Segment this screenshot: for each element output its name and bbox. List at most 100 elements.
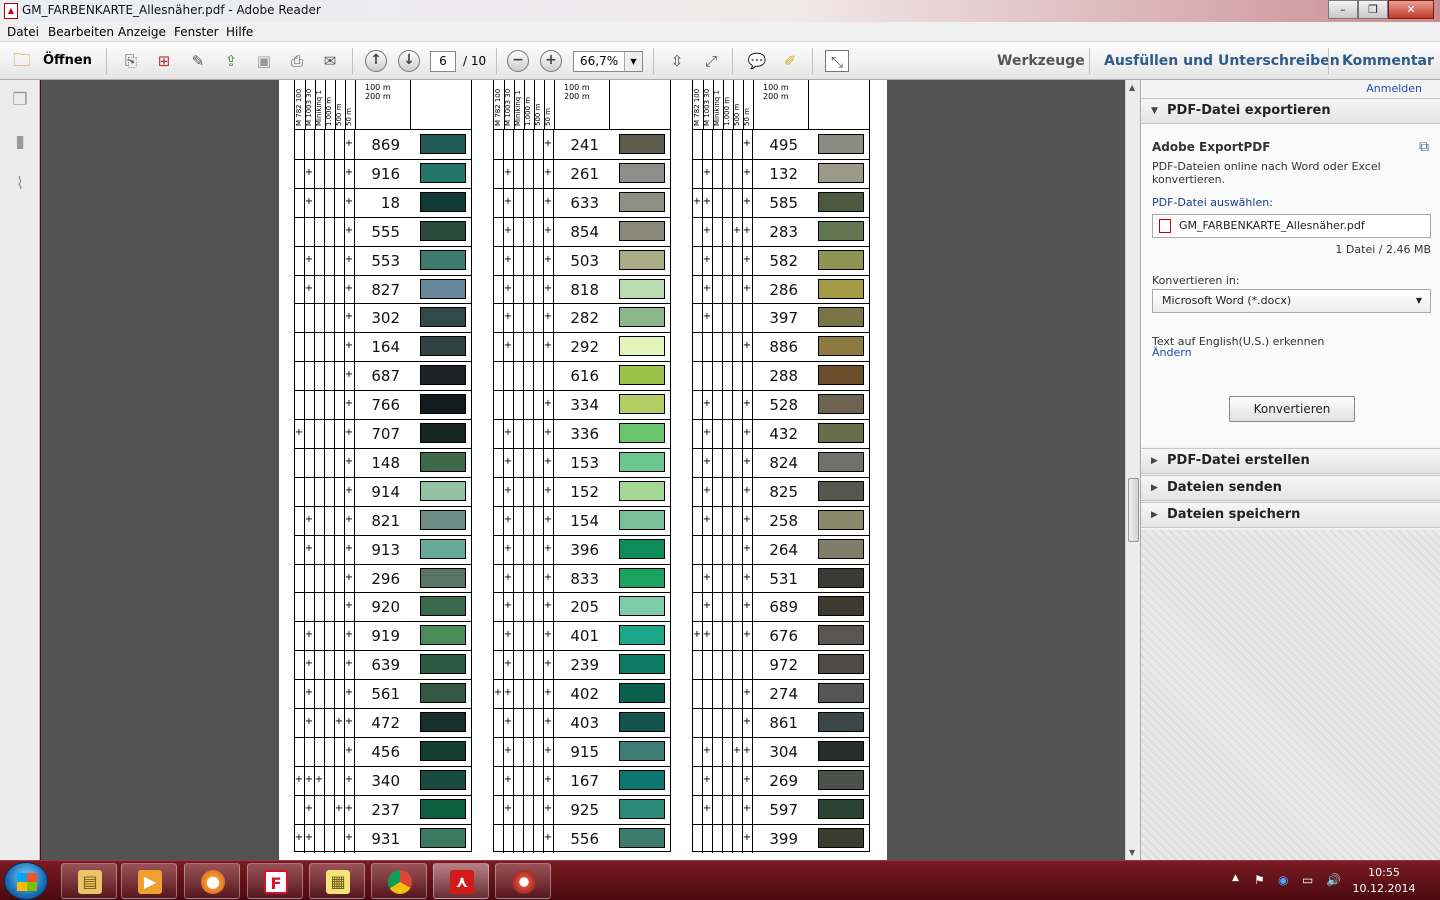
- convert-button[interactable]: Konvertieren: [1229, 396, 1355, 422]
- color-swatch: [420, 741, 466, 761]
- taskbar-adobe-reader[interactable]: ⋏: [433, 863, 489, 899]
- page-number-input[interactable]: 6: [430, 51, 456, 72]
- color-number: 239: [570, 656, 599, 674]
- comment-bubble-icon[interactable]: 💬: [745, 50, 769, 72]
- maximize-button[interactable]: ❐: [1358, 0, 1388, 19]
- open-button[interactable]: Öffnen: [43, 53, 92, 68]
- section-create-pdf[interactable]: ▶ PDF-Datei erstellen: [1141, 448, 1440, 474]
- menu-anzeige[interactable]: Anzeige: [118, 25, 166, 39]
- skype-icon[interactable]: ◉: [1278, 873, 1288, 887]
- fill-sign-tab[interactable]: Ausfüllen und Unterschreiben: [1104, 53, 1340, 69]
- network-icon[interactable]: ▭: [1302, 873, 1313, 887]
- availability-mark: +: [702, 283, 712, 294]
- edit-pdf-icon[interactable]: ✎: [186, 50, 210, 72]
- taskbar-firefox[interactable]: ●: [184, 863, 240, 899]
- minimize-button[interactable]: –: [1328, 0, 1358, 19]
- availability-mark: +: [344, 196, 354, 207]
- upload-cloud-icon[interactable]: ⇪: [219, 50, 243, 72]
- bookmarks-icon[interactable]: ▮: [10, 132, 30, 154]
- selected-file-field[interactable]: GM_FARBENKARTE_Allesnäher.pdf: [1152, 214, 1431, 238]
- column-header-label: M 1003 30: [703, 88, 711, 126]
- taskbar-chrome[interactable]: [371, 863, 427, 899]
- color-swatch: [619, 452, 665, 472]
- menu-datei[interactable]: Datei: [7, 25, 39, 39]
- color-swatch: [818, 307, 864, 327]
- availability-mark: +: [503, 600, 513, 611]
- zoom-out-icon[interactable]: −: [507, 50, 529, 72]
- color-swatch: [818, 683, 864, 703]
- scroll-down-icon[interactable]: ▼: [1129, 848, 1135, 857]
- sign-in-link[interactable]: Anmelden: [1366, 82, 1422, 95]
- open-folder-icon[interactable]: 🗀: [10, 50, 34, 72]
- section-export-pdf[interactable]: ▼ PDF-Datei exportieren: [1141, 98, 1440, 124]
- availability-mark: +: [344, 687, 354, 698]
- service-desc-line1: PDF-Dateien online nach Word oder Excel: [1152, 160, 1381, 173]
- scroll-up-icon[interactable]: ▲: [1129, 83, 1135, 92]
- close-button[interactable]: ✕: [1388, 0, 1434, 19]
- start-button[interactable]: [4, 862, 48, 900]
- color-number: 399: [769, 830, 798, 848]
- menu-hilfe[interactable]: Hilfe: [226, 25, 253, 39]
- email-icon[interactable]: ✉: [318, 50, 342, 72]
- color-number: 824: [769, 454, 798, 472]
- show-hidden-icons[interactable]: ▲: [1232, 873, 1239, 883]
- create-pdf-from-file-icon[interactable]: ⊞: [152, 50, 176, 72]
- action-center-flag-icon[interactable]: ⚑: [1254, 873, 1265, 887]
- taskbar-explorer[interactable]: ▤: [61, 863, 117, 899]
- color-number: 689: [769, 598, 798, 616]
- color-number: 972: [769, 656, 798, 674]
- scrollbar-thumb[interactable]: [1128, 478, 1139, 542]
- save-icon[interactable]: ▣: [252, 50, 276, 72]
- taskbar-media-player[interactable]: ▶: [121, 863, 177, 899]
- triangle-right-icon: ▶: [1151, 510, 1158, 520]
- section-store-files-label: Dateien speichern: [1167, 507, 1301, 522]
- availability-mark: +: [344, 716, 354, 727]
- color-number: 283: [769, 223, 798, 241]
- availability-mark: +: [344, 369, 354, 380]
- color-swatch: [619, 336, 665, 356]
- convert-format-select[interactable]: Microsoft Word (*.docx) ▼: [1152, 289, 1431, 313]
- menu-fenster[interactable]: Fenster: [174, 25, 219, 39]
- highlight-icon[interactable]: ✐: [778, 50, 802, 72]
- document-area[interactable]: M 782 100 M 1003 30 Minikinq 1 1.000 m 500 m…: [41, 80, 1125, 860]
- fit-width-icon[interactable]: ⤢: [699, 50, 723, 72]
- zoom-select[interactable]: 66,7% ▼: [573, 51, 643, 72]
- taskbar-notes[interactable]: ▦: [309, 863, 365, 899]
- export-service-icon[interactable]: ⧉: [1419, 139, 1429, 155]
- comment-tab[interactable]: Kommentar: [1342, 53, 1434, 69]
- taskbar-app-f[interactable]: F: [247, 863, 303, 899]
- menu-bearbeiten[interactable]: Bearbeiten: [48, 25, 114, 39]
- print-icon[interactable]: ⎙: [285, 50, 309, 72]
- color-number: 821: [371, 512, 400, 530]
- meter-labels: 100 m 200 m: [365, 83, 391, 101]
- page-thumbnails-icon[interactable]: ❐: [10, 90, 30, 112]
- create-pdf-icon[interactable]: ⎘: [119, 50, 143, 72]
- column-header-label: M 1003 30: [504, 88, 512, 126]
- system-clock[interactable]: 10:55 10.12.2014: [1352, 865, 1416, 897]
- export-pdf-body: Adobe ExportPDF ⧉ PDF-Dateien online nac…: [1141, 124, 1440, 446]
- vertical-scrollbar[interactable]: ▲ ▼: [1125, 80, 1140, 860]
- chevron-down-icon[interactable]: ▼: [624, 52, 642, 71]
- color-number: 495: [769, 136, 798, 154]
- color-swatch: [420, 510, 466, 530]
- taskbar-app-swirl[interactable]: [495, 863, 551, 899]
- fullscreen-icon[interactable]: ⤡: [825, 50, 849, 72]
- color-swatch: [818, 134, 864, 154]
- availability-mark: +: [702, 427, 712, 438]
- section-send-files[interactable]: ▶ Dateien senden: [1141, 475, 1440, 501]
- volume-icon[interactable]: 🔊: [1326, 873, 1341, 887]
- color-swatch: [818, 394, 864, 414]
- fit-page-icon[interactable]: ⇳: [665, 50, 689, 72]
- availability-mark: +: [344, 167, 354, 178]
- availability-mark: +: [543, 138, 553, 149]
- availability-mark: +: [742, 283, 752, 294]
- availability-mark: +: [503, 514, 513, 525]
- next-page-icon[interactable]: ↓: [398, 50, 420, 72]
- tools-tab[interactable]: Werkzeuge: [997, 53, 1085, 69]
- previous-page-icon[interactable]: ↑: [365, 50, 387, 72]
- attachments-paperclip-icon[interactable]: ⌇: [10, 174, 30, 196]
- change-language-link[interactable]: Ändern: [1152, 346, 1192, 359]
- zoom-in-icon[interactable]: +: [540, 50, 562, 72]
- color-swatch: [619, 423, 665, 443]
- section-store-files[interactable]: ▶ Dateien speichern: [1141, 502, 1440, 528]
